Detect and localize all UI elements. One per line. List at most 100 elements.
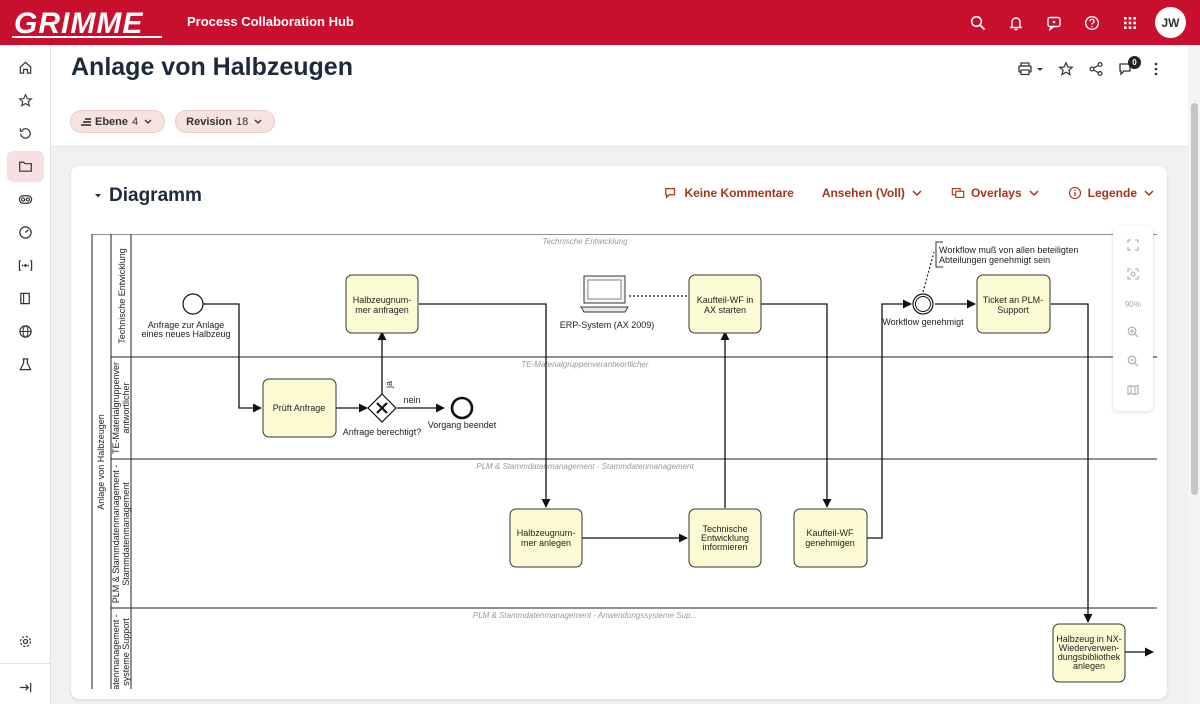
lane-label-te-material-2: antwortlicher (121, 382, 131, 433)
svg-text:Ticket an PLM-: Ticket an PLM- (983, 295, 1043, 305)
more-options-icon[interactable] (1144, 57, 1168, 81)
app-title[interactable]: Process Collaboration Hub (187, 14, 354, 29)
exclusive-gateway[interactable] (367, 393, 397, 423)
task-halbzeugnummer-anfragen[interactable]: Halbzeugnum- mer anfragen (345, 274, 419, 334)
flask-icon[interactable] (7, 349, 44, 380)
bell-icon[interactable] (997, 0, 1035, 45)
expand-rail-icon[interactable] (7, 672, 44, 703)
gateway-label: Anfrage berechtigt? (343, 427, 422, 437)
pool-label: Anlage von Halbzeugen (96, 414, 106, 510)
globe-icon[interactable] (7, 316, 44, 347)
lane-watermark: Technische Entwicklung (542, 237, 628, 246)
fullscreen-icon[interactable] (1123, 235, 1143, 255)
collapse-caret-icon[interactable] (93, 192, 103, 200)
zoom-in-icon[interactable] (1123, 322, 1143, 342)
fit-to-screen-icon[interactable] (1123, 264, 1143, 284)
help-icon[interactable] (1073, 0, 1111, 45)
task-technische-entwicklung-informieren[interactable]: Technische Entwicklung informieren (688, 508, 762, 568)
lane-label-plm-stammdaten: PLM & Stammdatenmanagement - (111, 465, 121, 604)
info-icon (1068, 186, 1081, 200)
annotation-text: Workflow muß von allen beteiligten (939, 245, 1078, 255)
minimap-icon[interactable] (1123, 380, 1143, 400)
overlays-label: Overlays (970, 186, 1022, 200)
comments-action[interactable]: Keine Kommentare (664, 186, 794, 200)
chevron-down-icon (1029, 190, 1039, 197)
chevron-down-icon (1144, 190, 1154, 197)
level-chip[interactable]: Ebene 4 (70, 110, 166, 133)
lane-watermark: PLM & Stammdatenmanagement - Stammdatenm… (476, 462, 694, 471)
user-avatar[interactable]: JW (1155, 7, 1186, 38)
erp-system-label: ERP-System (AX 2009) (560, 320, 655, 330)
view-mode-dropdown[interactable]: Ansehen (Voll) (822, 186, 923, 200)
task-prueft-anfrage[interactable]: Prüft Anfrage (262, 378, 337, 438)
svg-text:Halbzeugnum-: Halbzeugnum- (517, 528, 576, 538)
overlays-dropdown[interactable]: Overlays (951, 186, 1040, 200)
view-mode-label: Ansehen (Voll) (821, 186, 905, 200)
task-kaufteil-wf-starten[interactable]: Kaufteil-WF in AX starten (688, 274, 762, 334)
lane-watermark: PLM & Stammdatenmanagement - Anwendungss… (473, 611, 697, 620)
start-event[interactable] (182, 293, 204, 315)
intermediate-event-workflow-genehmigt[interactable] (912, 293, 934, 315)
chevron-down-icon (144, 119, 152, 124)
share-icon[interactable] (1084, 57, 1108, 81)
end-event[interactable] (450, 396, 474, 420)
flow-label-nein: nein (403, 395, 420, 405)
levels-icon (81, 117, 91, 126)
top-bar: GRIMME Process Collaboration Hub JW (0, 0, 1200, 45)
history-icon[interactable] (7, 118, 44, 149)
svg-text:Support: Support (997, 305, 1029, 315)
comments-button[interactable]: 0 (1114, 56, 1141, 81)
search-icon[interactable] (959, 0, 997, 45)
task-halbzeugnummer-anlegen[interactable]: Halbzeugnum- mer anlegen (509, 508, 583, 568)
legend-dropdown[interactable]: Legende (1068, 186, 1155, 200)
page-actions: 0 (1014, 56, 1168, 81)
task-ticket-plm-support[interactable]: Ticket an PLM- Support (976, 274, 1051, 334)
task-kaufteil-wf-genehmigen[interactable]: Kaufteil-WF genehmigen (793, 508, 868, 568)
svg-text:mer anfragen: mer anfragen (355, 305, 409, 315)
lane-label-te-material: TE-Materialgruppenver (111, 362, 121, 454)
scrollbar-thumb[interactable] (1191, 103, 1198, 495)
svg-text:anlegen: anlegen (1073, 661, 1105, 671)
comment-icon (665, 188, 676, 199)
glasses-icon[interactable] (7, 184, 44, 215)
chevron-down-icon (912, 190, 922, 197)
lane-label-technische-entwicklung: Technische Entwicklung (117, 248, 127, 344)
gauge-icon[interactable] (7, 217, 44, 248)
page-title: Anlage von Halbzeugen (71, 53, 353, 81)
zoom-toolbar: 90% (1113, 226, 1153, 411)
favorite-star-icon[interactable] (1054, 57, 1078, 81)
page-scrollbar[interactable] (1188, 45, 1200, 704)
level-chip-value: 4 (132, 115, 139, 128)
process-diagram[interactable]: Anlage von Halbzeugen Technische Entwick… (91, 234, 1157, 689)
erp-system-icon[interactable] (580, 275, 629, 313)
annotation-association (922, 251, 935, 293)
zoom-out-icon[interactable] (1123, 351, 1143, 371)
home-icon[interactable] (7, 52, 44, 83)
svg-text:informieren: informieren (702, 542, 747, 552)
chevron-down-icon (254, 119, 262, 124)
rail-divider (0, 663, 51, 664)
top-actions: JW (959, 0, 1186, 45)
svg-text:Prüft Anfrage: Prüft Anfrage (273, 403, 326, 413)
svg-text:genehmigen: genehmigen (805, 538, 855, 548)
folder-icon[interactable] (7, 151, 44, 182)
book-icon[interactable] (7, 283, 44, 314)
left-rail (0, 45, 51, 704)
star-icon[interactable] (7, 85, 44, 116)
broadcast-icon[interactable] (7, 250, 44, 281)
page-header: Anlage von Halbzeugen 0 Ebene 4 Revision… (51, 45, 1200, 147)
lane-label-plm-support-2: systeme Support (121, 618, 131, 686)
print-button[interactable] (1014, 57, 1048, 81)
revision-chip-value: 18 (236, 115, 249, 128)
revision-chip[interactable]: Revision 18 (175, 110, 276, 133)
task-halbzeug-nx-bibliothek[interactable]: Halbzeug in NX- Wiederverwen- dungsbibli… (1052, 623, 1126, 683)
diagram-card: Diagramm Keine Kommentare Ansehen (Voll)… (71, 166, 1167, 699)
svg-text:Kaufteil-WF: Kaufteil-WF (806, 528, 854, 538)
brand-text: GRIMME (14, 7, 143, 40)
grimme-logo[interactable]: GRIMME (12, 6, 164, 40)
settings-icon[interactable] (7, 626, 44, 657)
lane-watermark: TE-Materialgruppenverantwortlicher (521, 360, 649, 369)
svg-text:Kaufteil-WF in: Kaufteil-WF in (697, 295, 754, 305)
apps-grid-icon[interactable] (1111, 0, 1149, 45)
feedback-icon[interactable] (1035, 0, 1073, 45)
